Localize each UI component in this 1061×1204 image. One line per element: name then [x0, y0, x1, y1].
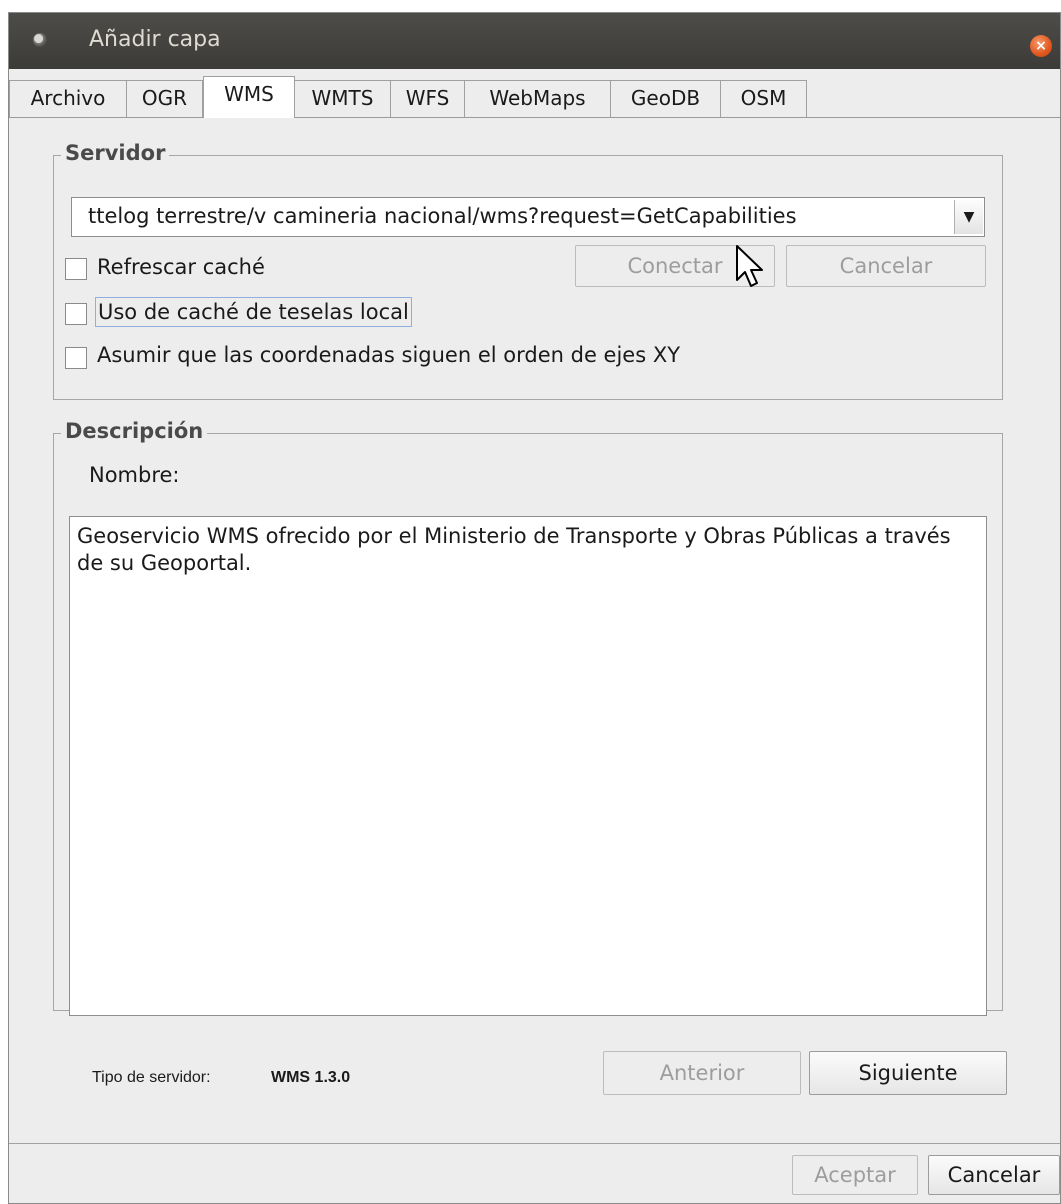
previous-button[interactable]: Anterior: [603, 1051, 801, 1095]
descripcion-group-title: Descripción: [61, 419, 208, 443]
title-bar[interactable]: Añadir capa ×: [9, 13, 1060, 69]
accept-button[interactable]: Aceptar: [792, 1155, 918, 1195]
refresh-cache-checkbox[interactable]: [65, 258, 87, 280]
name-label: Nombre:: [89, 463, 180, 487]
local-tile-cache-label[interactable]: Uso de caché de teselas local: [95, 297, 412, 327]
next-button[interactable]: Siguiente: [809, 1051, 1007, 1095]
cancel-connect-button[interactable]: Cancelar: [786, 245, 986, 287]
xy-axis-order-checkbox[interactable]: [65, 347, 87, 369]
local-tile-cache-checkbox[interactable]: [65, 303, 87, 325]
chevron-down-icon[interactable]: ▼: [954, 200, 983, 234]
description-textarea[interactable]: Geoservicio WMS ofrecido por el Minister…: [69, 516, 987, 1016]
tab-wms[interactable]: WMS: [203, 76, 295, 118]
tab-geodb[interactable]: GeoDB: [611, 80, 721, 117]
tab-archivo[interactable]: Archivo: [9, 80, 127, 117]
mouse-cursor-icon: [736, 245, 763, 287]
server-url-value[interactable]: ttelog terrestre/v camineria nacional/wm…: [88, 204, 948, 228]
cancel-dialog-button[interactable]: Cancelar: [928, 1155, 1060, 1195]
server-type-label: Tipo de servidor:: [92, 1069, 211, 1086]
window-menu-icon[interactable]: [33, 33, 47, 47]
servidor-group-title: Servidor: [61, 141, 170, 165]
server-type-value: WMS 1.3.0: [271, 1069, 351, 1086]
window-title: Añadir capa: [89, 27, 221, 52]
tab-webmaps[interactable]: WebMaps: [465, 80, 611, 117]
server-url-combobox[interactable]: ttelog terrestre/v camineria nacional/wm…: [71, 197, 985, 237]
tab-ogr[interactable]: OGR: [127, 80, 203, 117]
refresh-cache-label[interactable]: Refrescar caché: [97, 255, 265, 279]
tab-wfs[interactable]: WFS: [391, 80, 465, 117]
add-layer-dialog: Añadir capa × Archivo OGR WMS WMTS WFS W…: [8, 12, 1061, 1204]
close-button[interactable]: ×: [1030, 35, 1052, 57]
tab-wmts[interactable]: WMTS: [295, 80, 391, 117]
xy-axis-order-label[interactable]: Asumir que las coordenadas siguen el ord…: [97, 343, 680, 367]
tab-osm[interactable]: OSM: [721, 80, 807, 117]
